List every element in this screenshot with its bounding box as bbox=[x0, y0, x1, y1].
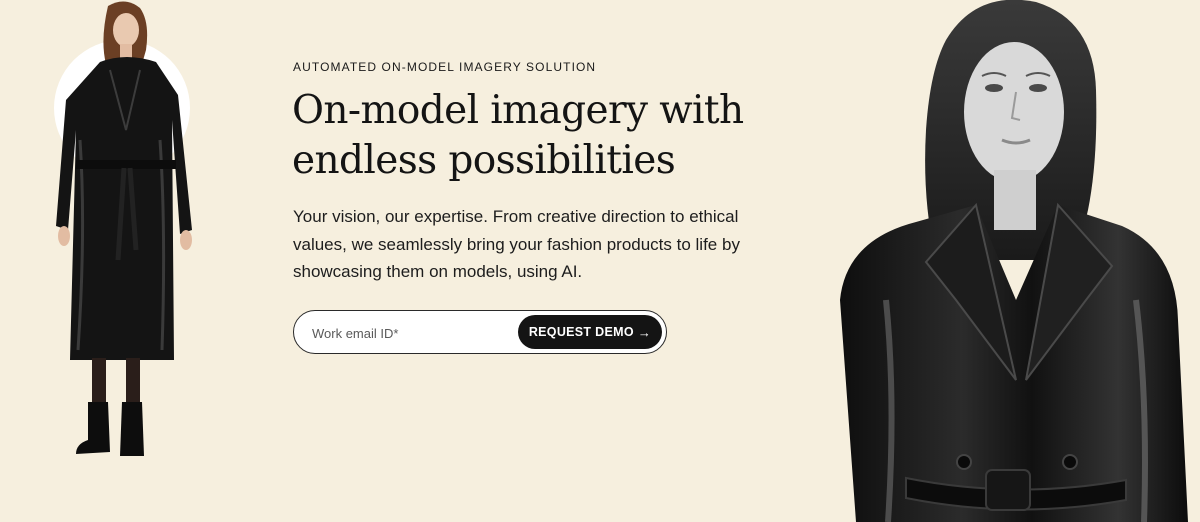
page-title: On-model imagery with endless possibilit… bbox=[292, 86, 812, 186]
left-model-image bbox=[40, 0, 210, 470]
demo-request-form: REQUEST DEMO → bbox=[293, 310, 667, 354]
hero-description: Your vision, our expertise. From creativ… bbox=[293, 207, 740, 281]
headline-line-2: endless possibilities bbox=[292, 138, 676, 183]
email-input[interactable] bbox=[310, 321, 514, 345]
hero-section: AUTOMATED ON-MODEL IMAGERY SOLUTION On-m… bbox=[0, 0, 1200, 522]
headline-line-1: On-model imagery with bbox=[292, 88, 744, 133]
eyebrow-label: AUTOMATED ON-MODEL IMAGERY SOLUTION bbox=[293, 60, 597, 74]
request-demo-button[interactable]: REQUEST DEMO → bbox=[518, 315, 662, 349]
request-demo-label: REQUEST DEMO bbox=[528, 325, 634, 339]
right-model-image bbox=[826, 0, 1200, 522]
arrow-right-icon: → bbox=[637, 324, 652, 340]
